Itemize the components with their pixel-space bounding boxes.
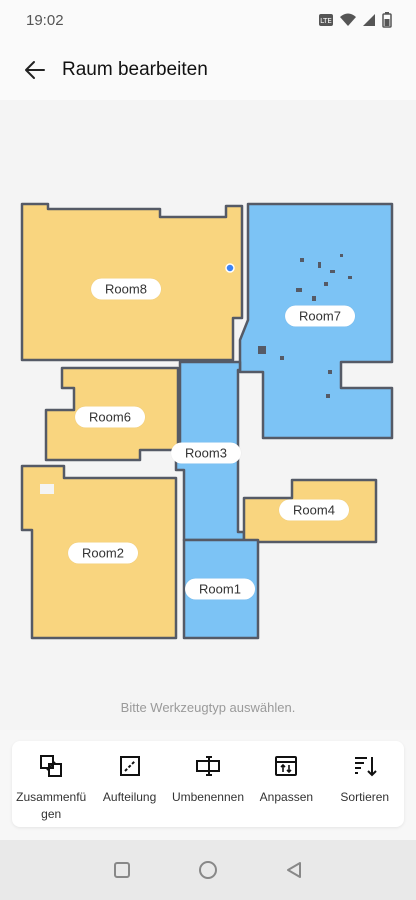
rename-button[interactable]: Umbenennen [170, 753, 246, 806]
page-title: Raum bearbeiten [62, 59, 208, 80]
room-label-room4[interactable]: Room4 [279, 499, 349, 521]
room-map [20, 202, 394, 640]
status-time: 19:02 [26, 11, 64, 29]
volte-icon: LTE [319, 14, 333, 26]
recents-square-icon [114, 862, 130, 878]
app-header: Raum bearbeiten [0, 40, 416, 100]
robot-position-icon [225, 263, 235, 273]
status-icons: LTE [318, 12, 392, 28]
tool-hint: Bitte Werkzeugtyp auswählen. [120, 700, 296, 715]
room-label-room3[interactable]: Room3 [171, 442, 241, 464]
wifi-icon [340, 13, 356, 26]
status-bar: 19:02 LTE [0, 0, 416, 40]
adjust-button[interactable]: Anpassen [248, 753, 324, 806]
split-button[interactable]: Aufteilung [92, 753, 168, 806]
split-icon [119, 756, 140, 776]
recents-button[interactable] [112, 860, 132, 880]
room-label-room1[interactable]: Room1 [185, 578, 255, 600]
system-nav-bar [0, 840, 416, 900]
home-circle-icon [199, 861, 217, 879]
map-area: Room8 Room7 Room6 Room3 Room4 Room2 Room… [0, 100, 416, 730]
room-label-room2[interactable]: Room2 [68, 542, 138, 564]
room-label-room7[interactable]: Room7 [285, 305, 355, 327]
back-arrow-icon[interactable] [22, 57, 48, 83]
back-button[interactable] [284, 860, 304, 880]
room-label-room6[interactable]: Room6 [75, 406, 145, 428]
rename-label: Umbenennen [171, 790, 244, 804]
sort-icon [354, 757, 377, 777]
room-label-room8[interactable]: Room8 [91, 278, 161, 300]
rename-icon [195, 756, 220, 776]
merge-label: Zusammenfü gen [16, 790, 87, 821]
battery-icon [382, 12, 392, 28]
adjust-label: Anpassen [259, 790, 314, 804]
signal-icon [363, 14, 375, 26]
adjust-icon [275, 756, 298, 776]
split-label: Aufteilung [102, 790, 157, 804]
sort-button[interactable]: Sortieren [327, 753, 403, 806]
tool-toolbar: Zusammenfü gen Aufteilung Umbenennen Anp… [12, 741, 404, 827]
sort-label: Sortieren [340, 790, 390, 804]
back-triangle-icon [287, 862, 301, 878]
merge-button[interactable]: Zusammenfü gen [13, 753, 89, 823]
svg-text:LTE: LTE [320, 17, 332, 25]
home-button[interactable] [198, 860, 218, 880]
merge-icon [40, 755, 63, 777]
